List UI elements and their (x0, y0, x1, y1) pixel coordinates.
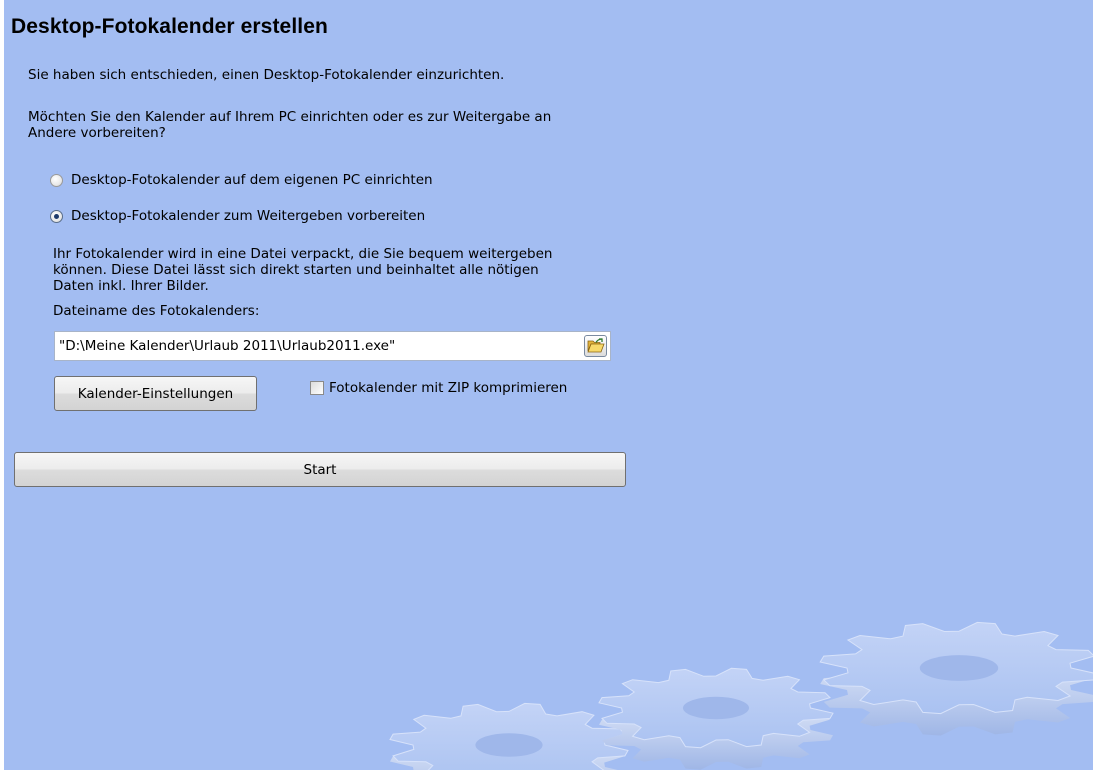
radio-button[interactable] (50, 209, 63, 223)
share-description: Ihr Fotokalender wird in eine Datei verp… (53, 246, 553, 294)
question-text: Möchten Sie den Kalender auf Ihrem PC ei… (28, 109, 552, 141)
folder-open-icon (587, 338, 605, 353)
gear-hub (682, 696, 750, 720)
gear-hub (475, 733, 543, 757)
zip-option[interactable]: Fotokalender mit ZIP komprimieren (310, 380, 567, 396)
wizard-panel: Desktop-Fotokalender erstellen Sie haben… (0, 0, 1099, 773)
radio-share-label: Desktop-Fotokalender zum Weitergeben vor… (71, 208, 426, 224)
radio-share[interactable]: Desktop-Fotokalender zum Weitergeben vor… (50, 208, 425, 224)
filename-field (54, 331, 611, 361)
filename-input[interactable] (59, 337, 569, 355)
zip-checkbox[interactable] (310, 381, 324, 395)
zip-checkbox-label: Fotokalender mit ZIP komprimieren (329, 380, 568, 396)
calendar-settings-button[interactable]: Kalender-Einstellungen (54, 376, 257, 411)
radio-own-pc-label: Desktop-Fotokalender auf dem eigenen PC … (71, 172, 433, 188)
radio-button[interactable] (50, 173, 63, 187)
radio-own-pc[interactable]: Desktop-Fotokalender auf dem eigenen PC … (50, 172, 433, 188)
page-title: Desktop-Fotokalender erstellen (11, 15, 328, 38)
gear-hub (919, 655, 999, 681)
intro-text: Sie haben sich entschieden, einen Deskto… (28, 67, 505, 83)
filename-label: Dateiname des Fotokalenders: (53, 303, 260, 319)
browse-button[interactable] (584, 335, 607, 357)
start-button[interactable]: Start (14, 452, 626, 487)
